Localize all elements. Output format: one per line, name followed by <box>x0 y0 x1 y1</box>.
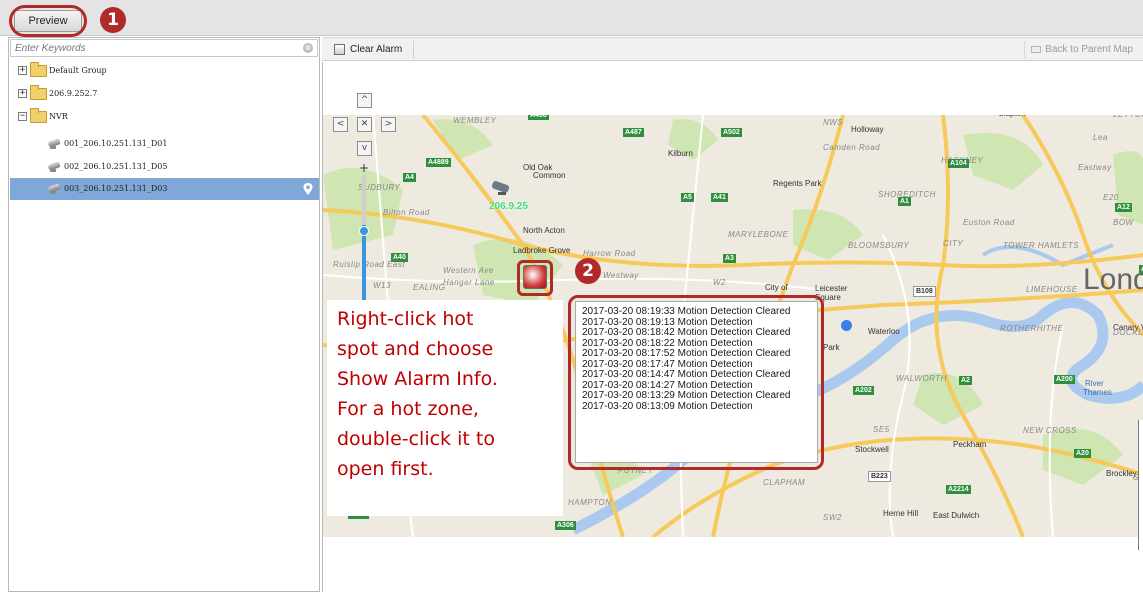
zoom-slider-fill <box>362 225 366 300</box>
map-road-shield: A2214 <box>946 485 971 494</box>
instruction-line: open first. <box>337 458 434 480</box>
map-road-shield: A3 <box>723 254 736 263</box>
instruction-line: Show Alarm Info. <box>337 368 498 390</box>
back-to-parent-label: Back to Parent Map <box>1045 44 1133 55</box>
top-tab-bar <box>0 0 1143 36</box>
zoom-slider[interactable] <box>362 175 366 300</box>
folder-icon <box>30 62 47 77</box>
search-box: ⊗ <box>10 39 318 57</box>
reset-view-button[interactable]: ✕ <box>357 117 372 132</box>
tree-camera-item-selected[interactable]: 003_206.10.251.131_D03 <box>10 178 319 200</box>
zoom-slider-handle[interactable] <box>359 226 369 236</box>
map-road-shield: A306 <box>555 521 576 530</box>
folder-icon <box>30 85 47 100</box>
camera-icon <box>46 183 62 194</box>
map-road-shield: A2 <box>959 376 972 385</box>
tree-label: NVR <box>49 112 68 121</box>
tree-group-nvr[interactable]: − NVR <box>10 106 319 128</box>
map-camera-icon[interactable] <box>489 180 515 200</box>
clear-alarm-label: Clear Alarm <box>350 44 403 55</box>
map-road-shield: A202 <box>853 386 874 395</box>
callout-number-2: 2 <box>575 258 601 284</box>
search-input[interactable] <box>15 41 295 55</box>
map-road-shield: A1 <box>898 197 911 206</box>
map-road-shield: A11 <box>1139 265 1143 274</box>
map-toolbar: Clear Alarm Back to Parent Map <box>322 37 1143 61</box>
tree-label: 002_206.10.251.131_D05 <box>64 162 168 171</box>
tree-label: 003_206.10.251.131_D03 <box>64 184 168 193</box>
map-road-shield: A4 <box>403 173 416 182</box>
map-road-shield: A20 <box>1074 449 1091 458</box>
alarm-info-highlight-ring <box>568 295 824 470</box>
pan-right-button[interactable]: > <box>381 117 396 132</box>
back-to-parent-map-button[interactable]: Back to Parent Map <box>1031 41 1133 58</box>
toolbar-divider <box>413 41 414 58</box>
expand-icon[interactable]: + <box>18 66 27 75</box>
zoom-in-button[interactable]: + <box>357 161 371 175</box>
instruction-note: Right-click hot spot and choose Show Ala… <box>327 300 563 516</box>
tree-group-default-group[interactable]: + Default Group <box>10 60 319 82</box>
map-camera-label: 206.9.25 <box>489 201 528 212</box>
clear-search-icon[interactable]: ⊗ <box>303 43 313 53</box>
tree-label: 206.9.252.7 <box>49 89 98 98</box>
pan-left-button[interactable]: < <box>333 117 348 132</box>
map-road-shield: A487 <box>623 128 644 137</box>
camera-icon <box>46 138 62 149</box>
tree-camera-item[interactable]: 001_206.10.251.131_D01 <box>10 133 319 155</box>
map-road-shield: A5 <box>681 193 694 202</box>
map-road-shield: A40 <box>391 253 408 262</box>
instruction-line: double-click it to <box>337 428 495 450</box>
toolbar-divider <box>1024 41 1025 58</box>
collapse-icon[interactable]: − <box>18 112 27 121</box>
instruction-line: spot and choose <box>337 338 494 360</box>
map-road-shield: A104 <box>948 159 969 168</box>
callout-number-1: 1 <box>100 7 126 33</box>
map-road-shield: A4889 <box>426 158 451 167</box>
instruction-line: Right-click hot <box>337 308 474 330</box>
map-road-shield: A41 <box>711 193 728 202</box>
clear-alarm-button[interactable]: Clear Alarm <box>334 41 402 58</box>
tree-camera-item[interactable]: 002_206.10.251.131_D05 <box>10 156 319 178</box>
map-road-shield: A406 <box>528 115 549 120</box>
clear-alarm-icon <box>334 44 345 55</box>
map-location-dot <box>841 320 852 331</box>
map-road-shield: A200 <box>1054 375 1075 384</box>
pan-down-button[interactable]: v <box>357 141 372 156</box>
folder-icon <box>30 108 47 123</box>
map-road-shield: B223 <box>868 471 891 482</box>
preview-tab-highlight-ring <box>9 5 87 37</box>
pan-up-button[interactable]: ^ <box>357 93 372 108</box>
back-map-icon <box>1031 46 1042 53</box>
alarm-hot-spot-icon[interactable] <box>523 265 547 289</box>
map-road-shield: A12 <box>1115 203 1132 212</box>
map-pin-icon[interactable] <box>303 183 313 195</box>
map-road-shield: A502 <box>721 128 742 137</box>
camera-icon <box>46 161 62 172</box>
expand-icon[interactable]: + <box>18 89 27 98</box>
tree-label: 001_206.10.251.131_D01 <box>64 139 168 148</box>
instruction-line: For a hot zone, <box>337 398 479 420</box>
map-edge-panel <box>1138 420 1143 550</box>
device-tree-panel: ⊗ + Default Group + 206.9.252.7 − NVR 00… <box>8 37 320 592</box>
map-road-shield: B108 <box>913 286 936 297</box>
tree-group-device[interactable]: + 206.9.252.7 <box>10 83 319 105</box>
tree-label: Default Group <box>49 66 107 75</box>
